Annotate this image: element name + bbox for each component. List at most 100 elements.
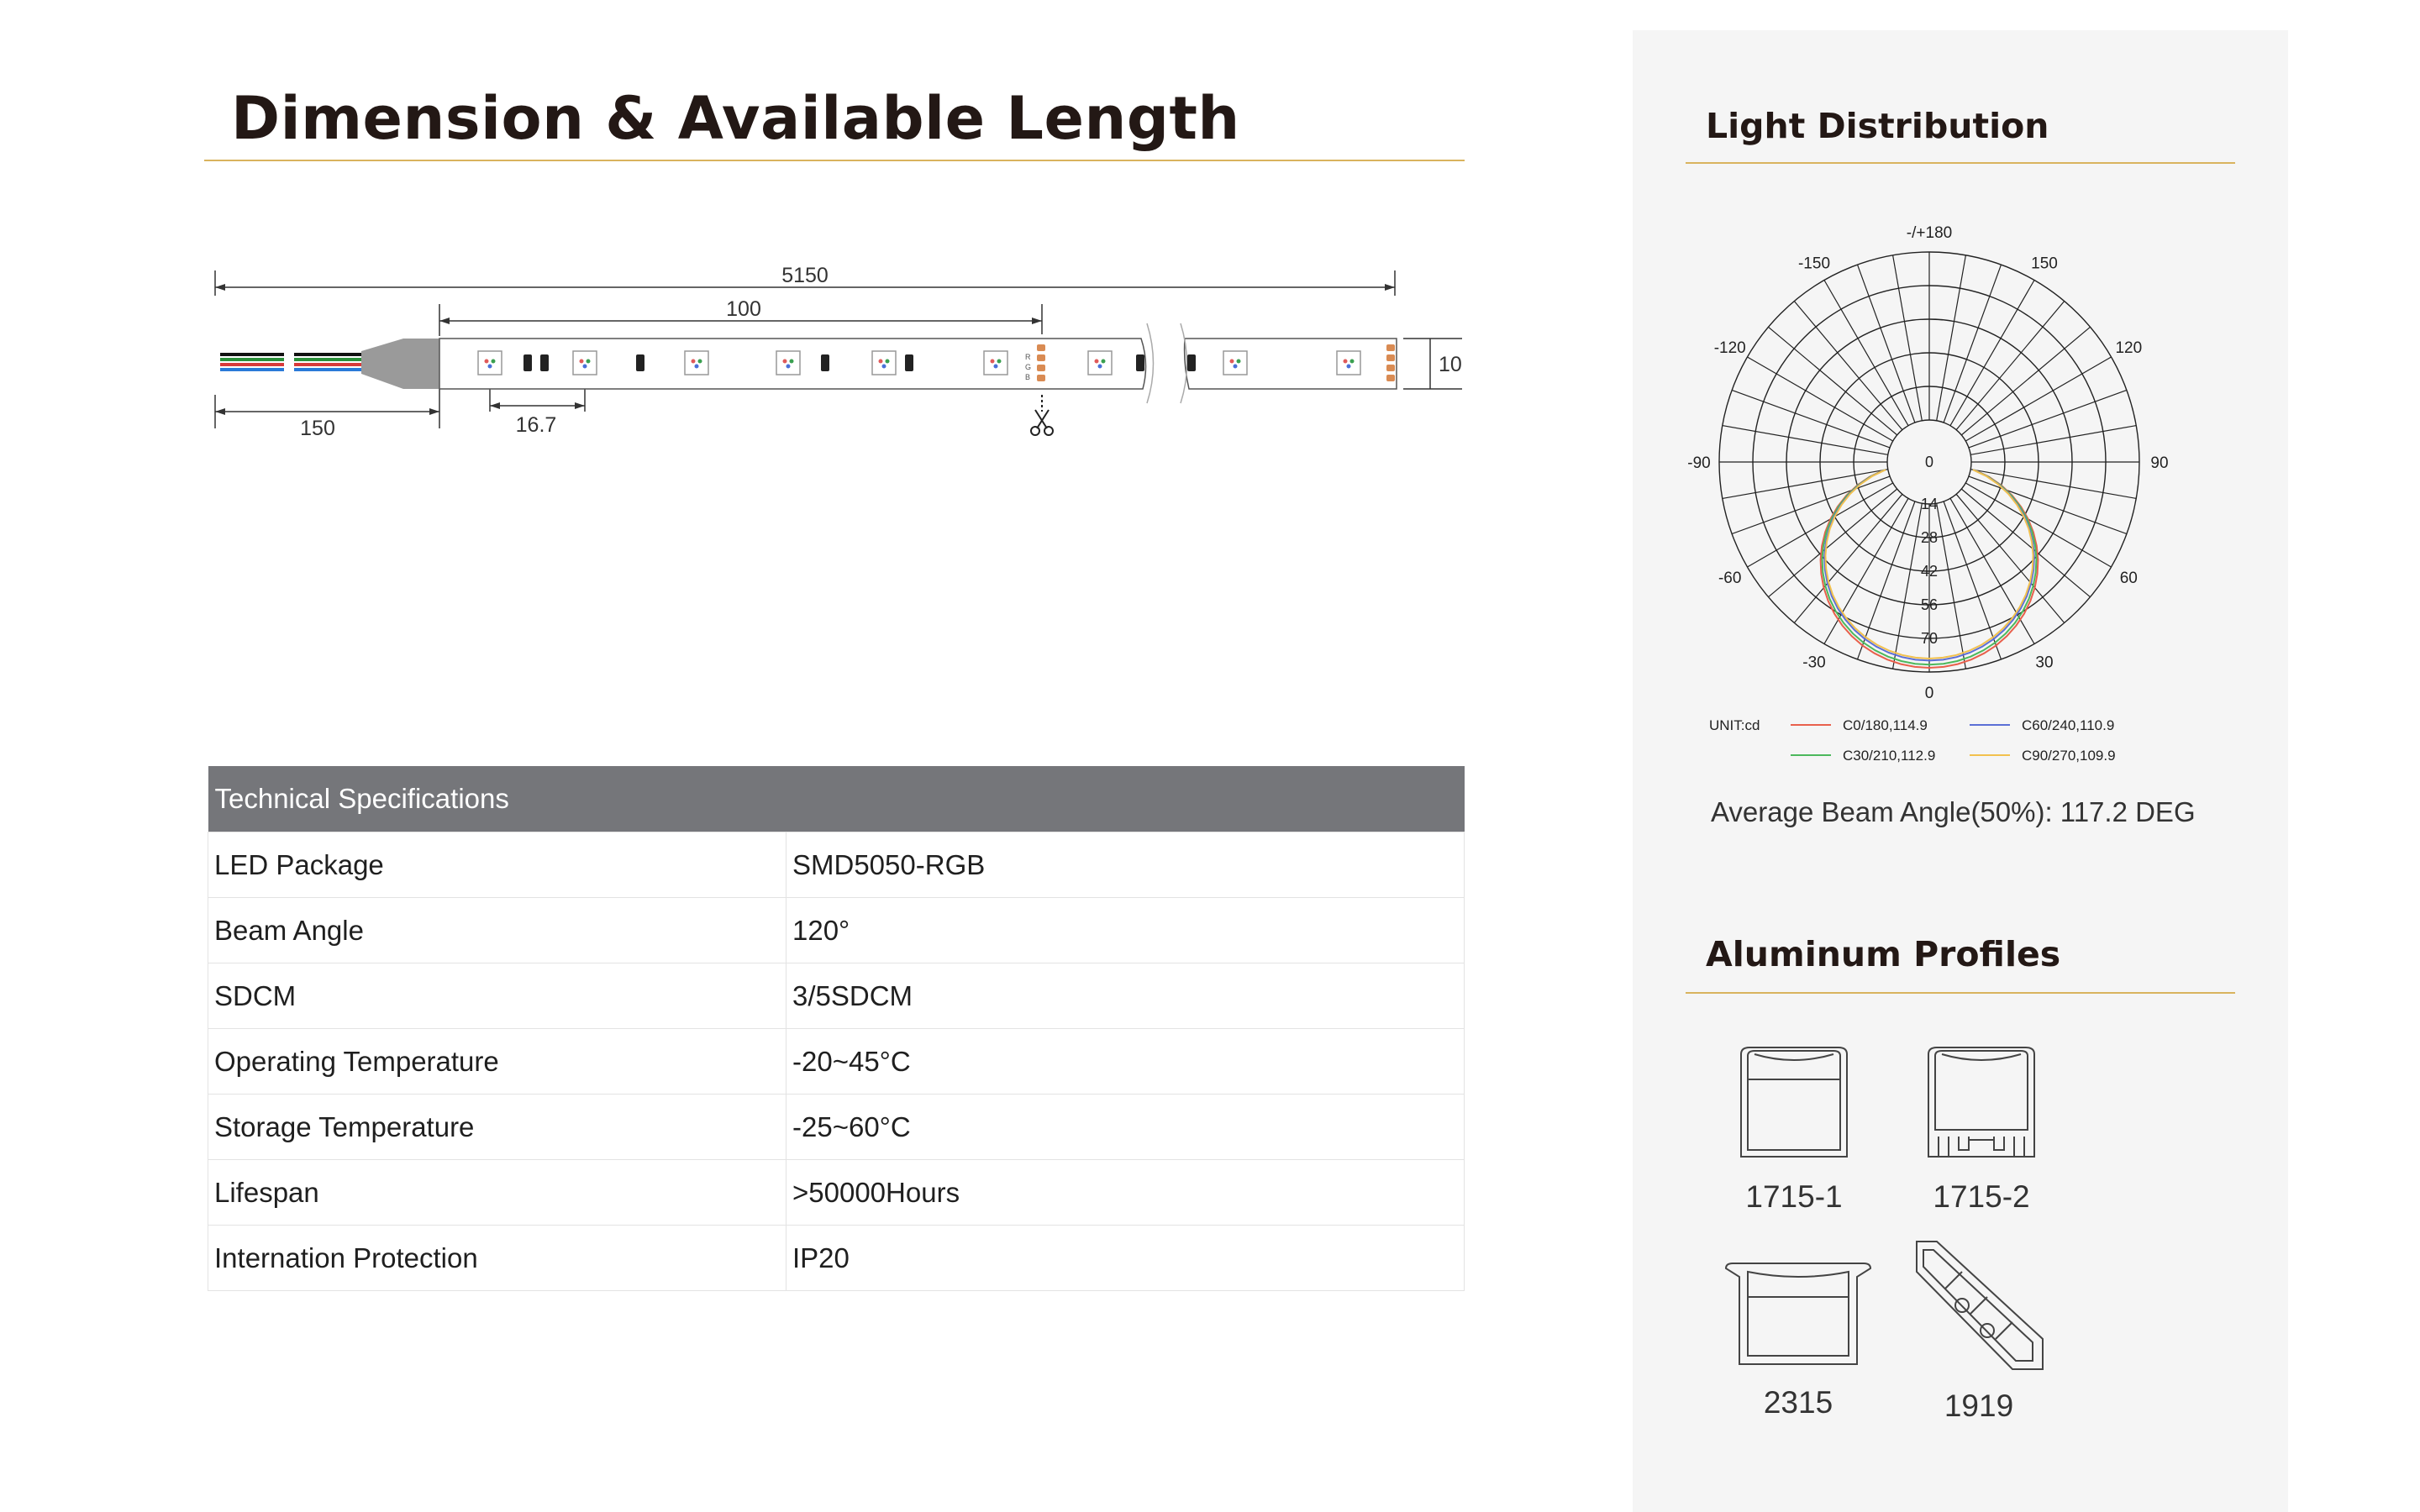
polar-radial-label: 70	[1921, 630, 1938, 647]
spec-label: Beam Angle	[208, 897, 786, 963]
led-dot	[487, 364, 492, 369]
spec-label: SDCM	[208, 963, 786, 1029]
led-chip	[1223, 350, 1248, 375]
cut-length-label: 100	[726, 297, 761, 321]
led-dot	[586, 359, 591, 364]
polar-radial-label: 28	[1921, 529, 1938, 546]
profile-2315-icon	[1724, 1263, 1872, 1365]
polar-angle-label: 30	[2035, 654, 2053, 671]
polar-angle-label: -150	[1798, 255, 1830, 273]
polar-angle-label: -/+180	[1907, 224, 1952, 242]
spec-value: 3/5SDCM	[786, 963, 1465, 1029]
polar-angle-label: 0	[1925, 685, 1934, 702]
page-title: Dimension & Available Length	[231, 84, 1240, 153]
polar-spoke	[1960, 326, 2091, 436]
polar-spoke	[1856, 264, 1916, 423]
legend-label: C90/270,109.9	[2022, 748, 2116, 764]
polar-unit-label: UNIT:cd	[1709, 717, 1760, 733]
width-label: 10	[1439, 353, 1462, 376]
polar-angle-label: 150	[2031, 255, 2058, 273]
spec-table: Technical Specifications LED Package SMD5…	[208, 766, 1465, 1291]
polar-spoke	[1731, 475, 1891, 535]
led-chip	[477, 350, 502, 375]
resistor	[1136, 354, 1144, 371]
spec-row: Beam Angle 120°	[208, 897, 1465, 963]
profile-label: 2315	[1763, 1385, 1833, 1420]
polar-spoke	[1955, 493, 2065, 623]
led-dot	[881, 364, 886, 369]
polar-spoke	[1943, 501, 2002, 660]
polar-spoke	[1731, 389, 1891, 449]
polar-angle-label: -120	[1714, 339, 1746, 357]
polar-radial-label: 56	[1921, 596, 1938, 613]
led-chip	[871, 350, 897, 375]
profile-1919-icon	[1916, 1241, 2044, 1370]
polar-angle-label: -60	[1718, 570, 1741, 587]
profile-1715-1: 1715-1	[1727, 1046, 1861, 1215]
led-dot	[885, 359, 890, 364]
led-dot	[1346, 364, 1351, 369]
led-dot	[1229, 359, 1234, 364]
spec-value: SMD5050-RGB	[786, 832, 1465, 898]
profile-label: 1715-1	[1745, 1179, 1843, 1214]
polar-angle-label: 90	[2150, 454, 2168, 472]
aluminum-profiles-underline	[1686, 992, 2235, 994]
aluminum-profiles-title: Aluminum Profiles	[1706, 934, 2061, 974]
spec-row: Storage Temperature -25~60°C	[208, 1094, 1465, 1160]
led-dot	[1094, 359, 1099, 364]
polar-radial-label: 42	[1921, 563, 1938, 580]
led-dot	[1343, 359, 1348, 364]
polar-spoke	[1936, 503, 1967, 669]
spec-value: IP20	[786, 1225, 1465, 1291]
led-dot	[1097, 364, 1102, 369]
total-length-label: 5150	[781, 264, 829, 287]
spec-value: 120°	[786, 897, 1465, 963]
led-strip-diagram: 5150 100 150 16.7 10 R G B	[214, 264, 1462, 440]
led-dot	[1101, 359, 1106, 364]
led-dot	[1236, 359, 1241, 364]
light-distribution-underline	[1686, 162, 2235, 164]
polar-spoke	[1968, 389, 2128, 449]
pitch-label: 16.7	[516, 413, 557, 437]
pad-label-b: B	[1025, 373, 1030, 381]
led-dot	[694, 364, 699, 369]
spec-row: LED Package SMD5050-RGB	[208, 832, 1465, 898]
profile-1715-2: 1715-2	[1914, 1046, 2049, 1215]
polar-angle-label: 60	[2120, 570, 2138, 587]
profile-2315: 2315	[1723, 1260, 1874, 1420]
pad-label-r: R	[1025, 353, 1031, 361]
led-dot	[484, 359, 489, 364]
spec-label: LED Package	[208, 832, 786, 898]
led-dot	[990, 359, 995, 364]
led-dot	[878, 359, 883, 364]
led-dot	[789, 359, 794, 364]
spec-label: Operating Temperature	[208, 1028, 786, 1095]
polar-spoke	[1891, 503, 1923, 669]
beam-angle-text: Average Beam Angle(50%): 117.2 DEG	[1711, 796, 2196, 827]
polar-light-distribution-chart: -/+180 150 120 90 60 30 0 -30 -60 -90 -120 -150 0 14 2…	[1687, 224, 2168, 764]
polar-angle-label: -30	[1802, 654, 1825, 671]
spec-value: -20~45°C	[786, 1028, 1465, 1095]
polar-spoke	[1968, 475, 2128, 535]
spec-value: -25~60°C	[786, 1094, 1465, 1160]
led-chip	[1336, 350, 1361, 375]
resistor	[905, 354, 913, 371]
polar-spoke	[1970, 469, 2137, 500]
spec-row: Operating Temperature -20~45°C	[208, 1028, 1465, 1095]
resistor	[523, 354, 532, 371]
resistor	[1187, 354, 1196, 371]
polar-radial-label: 0	[1925, 454, 1933, 470]
profile-label: 1715-2	[1933, 1179, 2030, 1214]
polar-angle-label: 120	[2115, 339, 2142, 357]
polar-spoke	[1856, 501, 1916, 660]
lead-length-label: 150	[300, 417, 335, 440]
resistor	[636, 354, 644, 371]
polar-spoke	[1793, 301, 1903, 431]
polar-radial-label: 14	[1921, 496, 1938, 512]
led-dot	[697, 359, 702, 364]
led-dot	[786, 364, 791, 369]
led-dot	[491, 359, 496, 364]
pad-label-g: G	[1025, 363, 1031, 371]
led-dot	[1233, 364, 1238, 369]
spec-value: >50000Hours	[786, 1159, 1465, 1226]
